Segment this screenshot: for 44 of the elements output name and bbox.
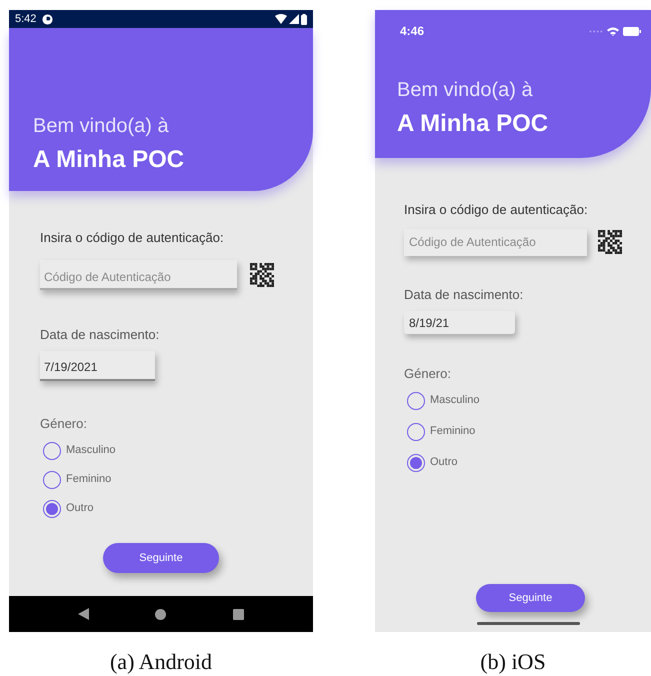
field-label: Insira o código de autenticação: bbox=[404, 201, 589, 219]
figure-caption: (a) Android bbox=[110, 650, 212, 674]
wifi-icon bbox=[607, 26, 619, 36]
birth-date-field[interactable]: 8/19/21 bbox=[404, 311, 515, 334]
signal-icon bbox=[289, 14, 299, 24]
next-button[interactable]: Seguinte bbox=[103, 543, 219, 573]
status-time: 4:46 bbox=[400, 23, 424, 40]
welcome-text: Bem vindo(a) à bbox=[397, 78, 534, 103]
battery-icon bbox=[301, 14, 307, 24]
field-label: Data de nascimento: bbox=[404, 286, 524, 304]
signal-dots-icon bbox=[589, 30, 603, 32]
next-button[interactable]: Seguinte bbox=[476, 584, 585, 612]
app-notification-icon bbox=[42, 14, 54, 24]
qr-code-icon[interactable] bbox=[598, 230, 622, 254]
option-label: Outro bbox=[66, 501, 94, 516]
birth-date-field[interactable]: 7/19/2021 bbox=[40, 351, 155, 381]
app-title: A Minha POC bbox=[33, 145, 186, 175]
radio-button[interactable] bbox=[43, 470, 61, 488]
field-label: Género: bbox=[40, 415, 88, 433]
option-label: Masculino bbox=[66, 443, 116, 458]
radio-button[interactable] bbox=[43, 442, 61, 460]
auth-code-field[interactable]: Código de Autenticação bbox=[40, 260, 237, 290]
field-label: Data de nascimento: bbox=[40, 326, 160, 344]
radio-button[interactable] bbox=[407, 454, 425, 472]
field-label: Insira o código de autenticação: bbox=[40, 229, 225, 247]
battery-icon bbox=[623, 26, 641, 36]
radio-button[interactable] bbox=[407, 392, 425, 410]
qr-code-icon[interactable] bbox=[250, 262, 274, 286]
option-label: Masculino bbox=[430, 393, 480, 408]
back-icon[interactable] bbox=[78, 608, 90, 620]
field-label: Género: bbox=[404, 365, 452, 383]
option-label: Feminino bbox=[66, 472, 112, 488]
radio-button[interactable] bbox=[43, 500, 61, 518]
radio-button[interactable] bbox=[407, 422, 425, 440]
figure-caption: (b) iOS bbox=[480, 650, 546, 674]
home-icon[interactable] bbox=[155, 608, 166, 620]
wifi-icon bbox=[275, 14, 287, 24]
status-time: 5:42 bbox=[15, 12, 36, 27]
recents-icon[interactable] bbox=[232, 608, 244, 620]
option-label: Feminino bbox=[430, 424, 476, 440]
auth-code-field[interactable]: Código de Autenticação bbox=[404, 228, 587, 256]
app-title: A Minha POC bbox=[397, 109, 550, 139]
option-label: Outro bbox=[430, 455, 458, 470]
welcome-text: Bem vindo(a) à bbox=[33, 114, 170, 139]
